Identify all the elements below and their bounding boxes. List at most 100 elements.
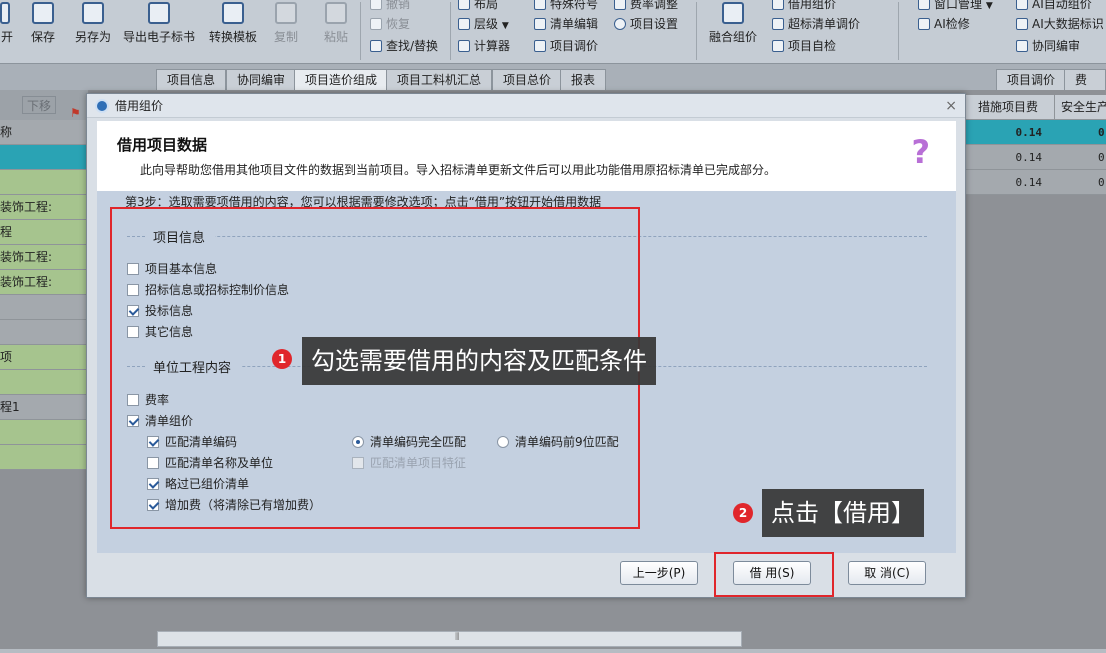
paste-icon (325, 2, 347, 24)
find-replace-button[interactable]: 查找/替换 (370, 36, 438, 56)
settings-icon (614, 18, 626, 30)
table-row[interactable] (0, 320, 88, 345)
save-as-button[interactable]: 另存为 (71, 0, 115, 54)
horizontal-scrollbar[interactable]: ⦀ (157, 631, 742, 647)
table-row[interactable]: 程1 (0, 395, 88, 420)
convert-template-button[interactable]: 转换模板 (206, 0, 260, 54)
grid-toolbar: 下移 ⚑ (0, 90, 88, 120)
tab-cost-composition[interactable]: 项目造价组成 (294, 69, 389, 90)
highlight-borrow-button (714, 552, 834, 597)
table-row[interactable] (0, 420, 88, 445)
merge-price-button[interactable]: 融合组价 (706, 0, 760, 54)
tab-project-info[interactable]: 项目信息 (156, 69, 227, 90)
table-row[interactable]: 装饰工程: (0, 270, 88, 295)
close-icon[interactable]: × (945, 94, 957, 118)
save-button[interactable]: 保存 (26, 0, 60, 54)
window-icon (918, 0, 930, 10)
ribbon-separator (696, 2, 697, 60)
over-limit-icon (772, 18, 784, 30)
rate-adjust-button[interactable]: 费率调整 (614, 0, 678, 14)
ai-repair-button[interactable]: AI检修 (918, 14, 970, 34)
table-cell: 0.14 (1015, 176, 1043, 189)
paste-button[interactable]: 粘贴 (320, 0, 352, 54)
ai-auto-price-button[interactable]: AI自动组价 (1016, 0, 1092, 14)
collab-review-button[interactable]: 协同编审 (1016, 36, 1080, 56)
move-down-button[interactable]: 下移 (22, 96, 57, 114)
background-tree-grid: 下移 ⚑ 称 装饰工程: 程 装饰工程: 装饰工程: 项 程1 (0, 90, 88, 490)
special-symbol-button[interactable]: 特殊符号 (534, 0, 598, 14)
copy-button[interactable]: 复制 (270, 0, 302, 54)
ai-auto-icon (1016, 0, 1028, 10)
ribbon-separator (898, 2, 899, 60)
flag-icon[interactable]: ⚑ (70, 98, 81, 128)
table-row[interactable]: 装饰工程: (0, 245, 88, 270)
merge-icon (722, 2, 744, 24)
prev-step-button[interactable]: 上一步(P) (620, 561, 698, 585)
table-row[interactable]: 0.14 0 (966, 120, 1106, 145)
borrow-icon (772, 0, 784, 10)
calculator-icon (458, 40, 470, 52)
header-description: 此向导帮助您借用其他项目文件的数据到当前项目。导入招标清单更新文件后可以用此功能… (140, 163, 777, 177)
callout-click-borrow: 点击【借用】 (762, 489, 924, 537)
table-row[interactable] (0, 370, 88, 395)
over-limit-adjust-button[interactable]: 超标清单调价 (772, 14, 860, 34)
column-header[interactable]: 措施项目费 (966, 95, 1050, 120)
status-bar (0, 649, 1106, 653)
list-edit-button[interactable]: 清单编辑 (534, 14, 598, 34)
table-cell: 0.14 (1015, 126, 1043, 139)
table-row[interactable]: 项 (0, 345, 88, 370)
table-row[interactable] (0, 145, 88, 170)
tab-report[interactable]: 报表 (560, 69, 607, 90)
price-adjust-icon (534, 40, 546, 52)
symbol-icon (534, 0, 546, 10)
tab-total-price[interactable]: 项目总价 (492, 69, 563, 90)
window-manage-button[interactable]: 窗口管理 ▼ (918, 0, 993, 14)
undo-button[interactable]: 撤销 (370, 0, 410, 14)
column-header[interactable]: 安全生产 (1054, 95, 1106, 120)
export-bid-button[interactable]: 导出电子标书 (122, 0, 196, 54)
convert-icon (222, 2, 244, 24)
open-button[interactable]: 开 (0, 0, 14, 54)
redo-button[interactable]: 恢复 (370, 14, 410, 34)
table-row[interactable] (0, 170, 88, 195)
ai-data-icon (1016, 18, 1028, 30)
table-cell: 0.14 (1015, 151, 1043, 164)
calculator-button[interactable]: 计算器 (458, 36, 510, 56)
help-icon[interactable]: ? (911, 133, 930, 171)
project-self-check-button[interactable]: 项目自检 (772, 36, 836, 56)
callout-select-options: 勾选需要借用的内容及匹配条件 (302, 337, 656, 385)
step-badge-1: 1 (272, 349, 292, 369)
tab-price-adjust[interactable]: 项目调价 (996, 69, 1067, 90)
table-row[interactable]: 装饰工程: (0, 195, 88, 220)
open-icon (0, 2, 10, 24)
header-title: 借用项目数据 (117, 136, 208, 154)
level-button[interactable]: 层级 ▼ (458, 14, 509, 34)
table-row[interactable]: 0.14 0 (966, 145, 1106, 170)
list-edit-icon (534, 18, 546, 30)
ai-big-data-button[interactable]: AI大数据标识 (1016, 14, 1104, 34)
grid-header: 措施项目费 安全生产 (966, 95, 1106, 120)
table-row[interactable]: 程 (0, 220, 88, 245)
tab-collab-review[interactable]: 协同编审 (226, 69, 297, 90)
layout-icon (458, 0, 470, 10)
layout-button[interactable]: 布局 (458, 0, 498, 14)
borrow-price-button[interactable]: 借用组价 (772, 0, 836, 14)
ai-repair-icon (918, 18, 930, 30)
table-row[interactable] (0, 445, 88, 470)
cancel-button[interactable]: 取 消(C) (848, 561, 926, 585)
table-row[interactable] (0, 295, 88, 320)
project-price-adjust-button[interactable]: 项目调价 (534, 36, 598, 56)
tab-material-summary[interactable]: 项目工料机汇总 (386, 69, 493, 90)
tab-bar: 项目信息 协同编审 项目造价组成 项目工料机汇总 项目总价 报表 项目调价 费率 (0, 64, 1106, 90)
dialog-title: 借用组价 (115, 99, 164, 113)
project-settings-button[interactable]: 项目设置 (614, 14, 678, 34)
app-logo-icon (95, 99, 109, 113)
ribbon-separator (450, 2, 451, 60)
rate-icon (614, 0, 626, 10)
undo-icon (370, 0, 382, 10)
ribbon-toolbar: 开 保存 另存为 导出电子标书 转换模板 复制 粘贴 撤销 恢复 查找/替换 布… (0, 0, 1106, 64)
tab-rate[interactable]: 费率 (1064, 69, 1106, 90)
dialog-title-bar[interactable]: 借用组价 × (87, 94, 965, 118)
chevron-down-icon: ▼ (985, 1, 993, 11)
table-row[interactable]: 0.14 0 (966, 170, 1106, 195)
